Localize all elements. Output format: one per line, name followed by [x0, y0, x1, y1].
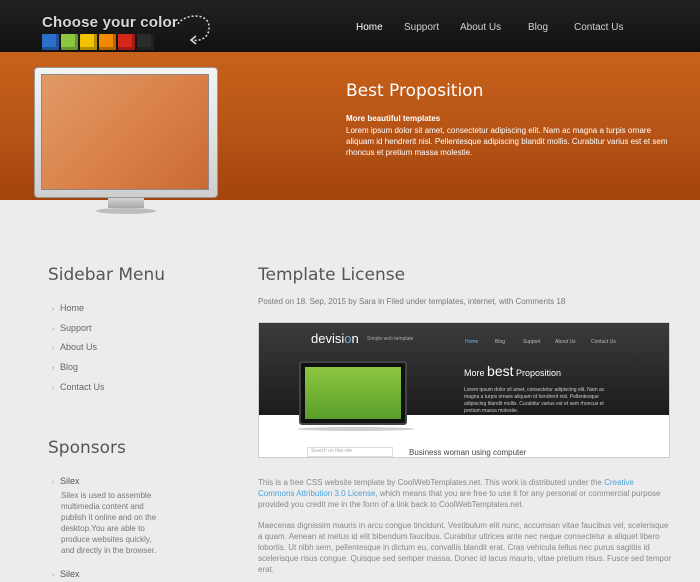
- preview-logo: devision: [311, 331, 359, 346]
- preview-monitor-base: [297, 427, 415, 431]
- preview-monitor-screen: [305, 367, 401, 419]
- nav-about-us[interactable]: About Us: [460, 22, 501, 33]
- preview-search-box: Search on this site: [307, 447, 393, 457]
- preview-nav-item: Blog: [495, 339, 506, 345]
- arrow-bullet-icon: ›: [52, 326, 55, 333]
- preview-nav-item: Contact Us: [591, 339, 616, 345]
- preview-caption: Business woman using computer: [409, 448, 527, 457]
- preview-tagline: Simple web template: [367, 336, 414, 342]
- sponsor-label: Silex: [60, 569, 80, 579]
- sidebar-item-label: Home: [60, 303, 85, 313]
- sidebar-menu-title: Sidebar Menu: [48, 265, 166, 285]
- arrow-bullet-icon: ›: [52, 572, 55, 579]
- sponsor-name[interactable]: › Silex: [52, 476, 80, 486]
- sidebar-item-label: Blog: [60, 362, 79, 372]
- sidebar-item-home[interactable]: › Home: [52, 303, 84, 313]
- arrow-bullet-icon: ›: [52, 479, 55, 486]
- post-meta: Posted on 18. Sep, 2015 by Sara in Filed…: [258, 297, 566, 306]
- preview-title: More best Proposition: [464, 363, 561, 379]
- nav-contact-us[interactable]: Contact Us: [574, 22, 623, 33]
- top-bar: Choose your color Home Support About Us …: [0, 0, 700, 52]
- body-paragraph: Maecenas dignissim mauris in arcu congue…: [258, 521, 672, 574]
- sponsors-title: Sponsors: [48, 438, 126, 458]
- post-title: Template License: [258, 265, 406, 285]
- sponsor-description: Silex is used to assemble multimedia con…: [61, 491, 157, 555]
- sidebar-item-blog[interactable]: › Blog: [52, 362, 78, 372]
- main-nav: Home Support About Us Blog Contact Us: [0, 22, 700, 38]
- hero-text: Lorem ipsum dolor sit amet, consectetur …: [346, 126, 668, 157]
- arrow-bullet-icon: ›: [52, 306, 55, 313]
- preview-title-bold: best: [487, 363, 514, 379]
- template-preview-image: devision Simple web template Home Blog S…: [258, 322, 670, 458]
- hero-title: Best Proposition: [346, 81, 484, 101]
- monitor-illustration: [34, 67, 218, 237]
- preview-monitor: [299, 361, 407, 425]
- sidebar-item-label: About Us: [60, 342, 98, 352]
- sponsor-name[interactable]: › Silex: [52, 569, 80, 579]
- preview-nav-item: Home: [465, 339, 479, 345]
- preview-logo-text: devision: [311, 331, 359, 346]
- preview-title-pre: More: [464, 368, 485, 378]
- license-text-start: This is a free CSS website template by C…: [258, 478, 605, 487]
- monitor-base: [96, 208, 156, 214]
- sponsor-label: Silex: [60, 476, 80, 486]
- preview-nav-item: About Us: [555, 339, 576, 345]
- arrow-bullet-icon: ›: [52, 365, 55, 372]
- arrow-bullet-icon: ›: [52, 385, 55, 392]
- preview-title-post: Proposition: [516, 368, 562, 378]
- sidebar-item-contact-us[interactable]: › Contact Us: [52, 382, 105, 392]
- nav-blog[interactable]: Blog: [528, 22, 548, 33]
- license-paragraph: This is a free CSS website template by C…: [258, 477, 672, 510]
- nav-home[interactable]: Home: [356, 22, 383, 33]
- preview-nav-item: Support: [523, 339, 541, 345]
- sidebar-item-support[interactable]: › Support: [52, 323, 92, 333]
- arrow-bullet-icon: ›: [52, 345, 55, 352]
- preview-text: Lorem ipsum dolor sit amet, consectetur …: [464, 387, 605, 414]
- monitor-stand: [108, 198, 144, 208]
- nav-support[interactable]: Support: [404, 22, 439, 33]
- hero-subtitle: More beautiful templates: [346, 114, 441, 123]
- sidebar-item-label: Contact Us: [60, 382, 105, 392]
- monitor-screen: [41, 74, 209, 190]
- sidebar-item-label: Support: [60, 323, 92, 333]
- sidebar-item-about-us[interactable]: › About Us: [52, 342, 97, 352]
